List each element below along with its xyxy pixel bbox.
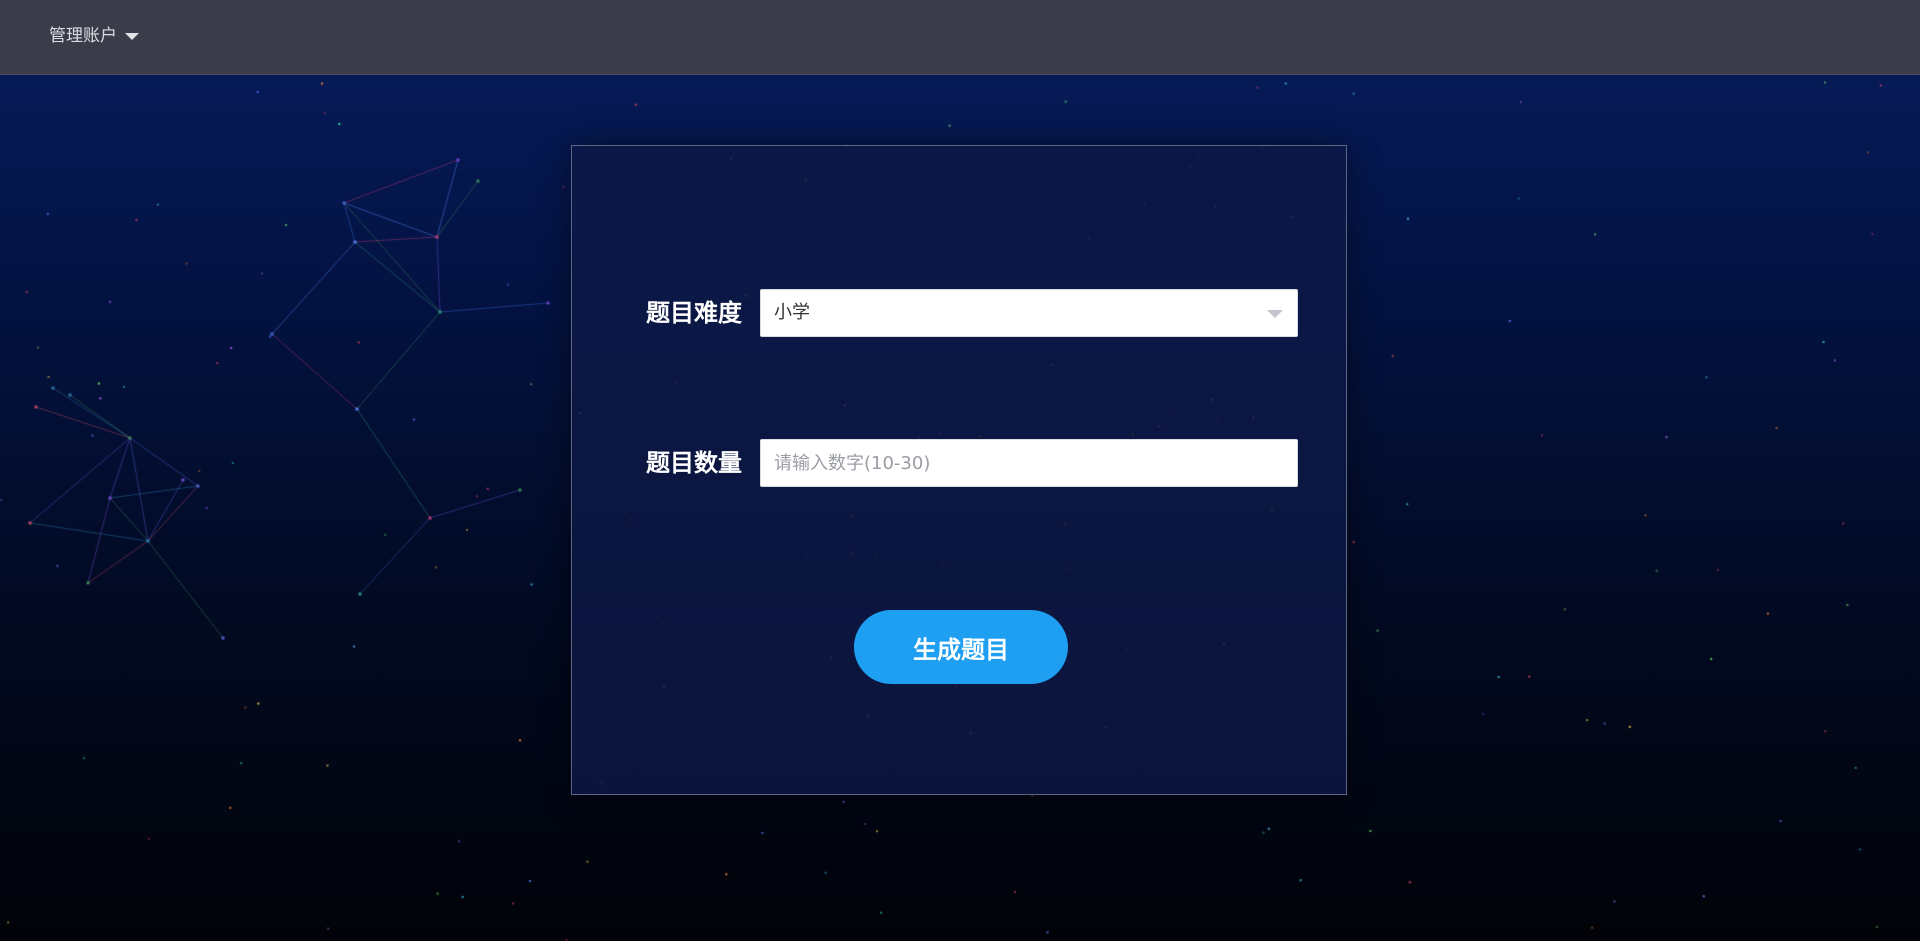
top-navbar: 管理账户 xyxy=(0,0,1920,75)
count-row: 题目数量 xyxy=(572,439,1348,487)
account-menu-label: 管理账户 xyxy=(49,26,117,46)
question-count-input[interactable] xyxy=(761,440,1297,486)
count-input-wrapper xyxy=(760,439,1298,487)
generate-questions-button[interactable]: 生成题目 xyxy=(854,610,1068,684)
chevron-down-icon xyxy=(1267,310,1283,318)
difficulty-row: 题目难度 小学 xyxy=(572,289,1348,337)
account-menu-dropdown[interactable]: 管理账户 xyxy=(49,24,139,48)
question-generator-panel: 题目难度 小学 题目数量 生成题目 xyxy=(571,145,1347,795)
difficulty-select[interactable]: 小学 xyxy=(760,289,1298,337)
difficulty-label: 题目难度 xyxy=(646,299,742,327)
caret-down-icon xyxy=(125,32,139,40)
difficulty-selected-value: 小学 xyxy=(774,302,810,323)
count-label: 题目数量 xyxy=(646,449,742,477)
